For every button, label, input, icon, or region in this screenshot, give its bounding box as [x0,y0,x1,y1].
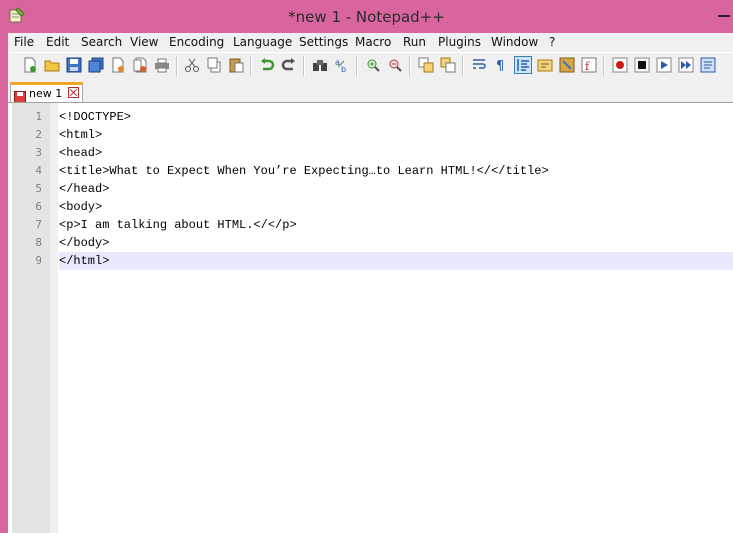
sync-horizontal-icon[interactable] [440,57,456,73]
replace-icon[interactable]: ab [334,57,350,73]
toolbar: ab ¶ f [8,52,733,79]
open-file-icon[interactable] [44,57,60,73]
cut-icon[interactable] [184,57,200,73]
code-line[interactable]: <head> [59,144,733,162]
line-number: 6 [35,200,42,213]
menu-edit[interactable]: Edit [46,35,69,49]
close-icon[interactable] [110,57,126,73]
line-number: 3 [35,146,42,159]
toolbar-separator [462,56,464,76]
sync-vertical-icon[interactable] [418,57,434,73]
editor-area[interactable]: 1 2 3 4 5 6 7 8 9 <!DOCTYPE> <html> <hea… [8,102,733,533]
toolbar-separator [356,56,358,76]
toolbar-separator [176,56,178,76]
playback-macro-icon[interactable] [656,57,672,73]
line-number: 4 [35,164,42,177]
save-all-icon[interactable] [88,57,104,73]
tab-label: new 1 [29,87,63,100]
code-line[interactable]: <title>What to Expect When You’re Expect… [59,162,733,180]
tab-close-icon[interactable] [68,87,79,98]
menu-help[interactable]: ? [549,35,555,49]
code-line[interactable]: <!DOCTYPE> [59,108,733,126]
find-icon[interactable] [312,57,328,73]
svg-text:¶: ¶ [496,59,504,73]
menu-file[interactable]: File [14,35,34,49]
menu-view[interactable]: View [130,35,158,49]
show-all-characters-icon[interactable]: ¶ [493,57,509,73]
save-icon[interactable] [66,57,82,73]
function-list-icon[interactable]: f [581,57,597,73]
paste-icon[interactable] [228,57,244,73]
window-title: *new 1 - Notepad++ [288,8,445,26]
stop-record-icon[interactable] [634,57,650,73]
copy-icon[interactable] [206,57,222,73]
title-bar[interactable]: *new 1 - Notepad++ [0,0,733,33]
undo-icon[interactable] [259,57,275,73]
unsaved-file-icon [14,88,26,103]
menu-language[interactable]: Language [233,35,292,49]
toolbar-separator [603,56,605,76]
zoom-out-icon[interactable] [387,57,403,73]
doc-map-icon[interactable] [559,57,575,73]
toolbar-separator [303,56,305,76]
line-number: 8 [35,236,42,249]
word-wrap-icon[interactable] [471,57,487,73]
menu-bar: File Edit Search View Encoding Language … [8,33,733,51]
line-number: 5 [35,182,42,195]
menu-window[interactable]: Window [491,35,538,49]
code-line-current[interactable]: </html> [59,252,733,270]
menu-search[interactable]: Search [81,35,122,49]
menu-macro[interactable]: Macro [355,35,391,49]
code-line[interactable]: <body> [59,198,733,216]
print-icon[interactable] [154,57,170,73]
tab-new-1[interactable]: new 1 [10,82,83,103]
menu-settings[interactable]: Settings [299,35,348,49]
minimize-button[interactable] [715,8,733,18]
code-line[interactable]: <html> [59,126,733,144]
tab-bar: new 1 [8,80,733,103]
notepadpp-window: *new 1 - Notepad++ File Edit Search View… [0,0,733,533]
line-number-gutter[interactable]: 1 2 3 4 5 6 7 8 9 [12,103,50,533]
client-area: File Edit Search View Encoding Language … [8,33,733,533]
svg-text:b: b [341,65,346,73]
toolbar-separator [409,56,411,76]
redo-icon[interactable] [281,57,297,73]
new-file-icon[interactable] [22,57,38,73]
code-line[interactable]: </body> [59,234,733,252]
toolbar-separator [250,56,252,76]
code-line[interactable]: <p>I am talking about HTML.</</p> [59,216,733,234]
save-macro-icon[interactable] [700,57,716,73]
line-number: 9 [35,254,42,267]
line-number: 7 [35,218,42,231]
line-number: 1 [35,110,42,123]
run-macro-multiple-icon[interactable] [678,57,694,73]
menu-run[interactable]: Run [403,35,426,49]
menu-encoding[interactable]: Encoding [169,35,224,49]
line-number: 2 [35,128,42,141]
indent-guide-icon[interactable] [514,56,532,74]
user-defined-language-icon[interactable] [537,57,553,73]
code-line[interactable]: </head> [59,180,733,198]
menu-plugins[interactable]: Plugins [438,35,481,49]
zoom-in-icon[interactable] [365,57,381,73]
close-all-icon[interactable] [132,57,148,73]
record-macro-icon[interactable] [612,57,628,73]
fold-margin[interactable] [50,103,58,533]
